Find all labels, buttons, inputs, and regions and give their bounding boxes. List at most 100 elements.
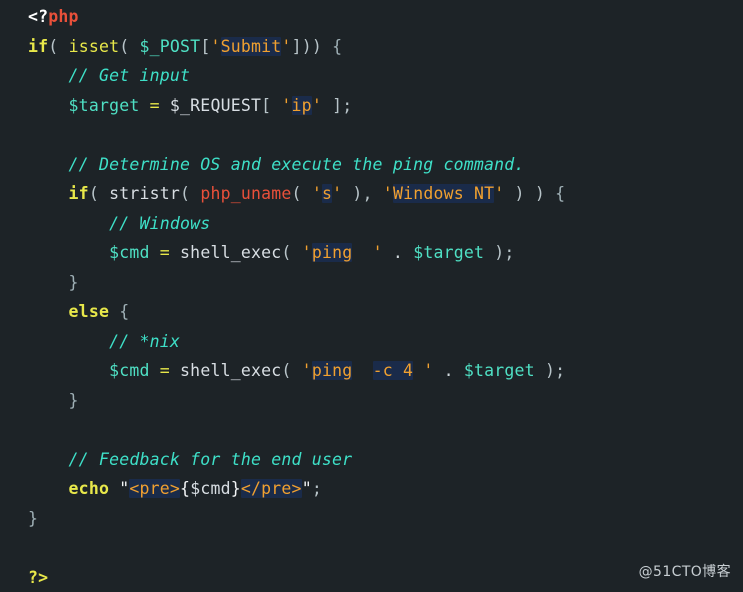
operator-assign: = <box>160 361 170 380</box>
function-isset: isset <box>69 37 120 56</box>
paren: ( <box>292 184 312 203</box>
php-open-tag: <? <box>28 7 48 26</box>
quote: ' <box>302 243 312 262</box>
space <box>109 479 119 498</box>
quote: ' <box>210 37 220 56</box>
quote-double: " <box>119 479 129 498</box>
brace-close: } <box>69 391 79 410</box>
concat-operator: . <box>433 361 463 380</box>
brace-interp-close: } <box>231 479 241 498</box>
keyword-if: if <box>69 184 89 203</box>
brace-open: { <box>332 37 342 56</box>
code-line-6: // Determine OS and execute the ping com… <box>0 150 743 180</box>
brace-interp-open: { <box>180 479 190 498</box>
string-spaces <box>352 243 372 262</box>
quote: ' <box>302 361 312 380</box>
paren: ( <box>281 243 301 262</box>
string-windows-nt: Windows NT <box>393 184 494 203</box>
string-ping: ping <box>312 361 353 380</box>
code-line-11: else { <box>0 297 743 327</box>
string-count-flag: -c 4 <box>373 361 414 380</box>
space <box>170 361 180 380</box>
operator-assign: = <box>160 243 170 262</box>
variable-cmd: $cmd <box>109 361 150 380</box>
code-line-7: if( stristr( php_uname( 's' ), 'Windows … <box>0 179 743 209</box>
string-pre-close: </pre> <box>241 479 302 498</box>
string-space <box>413 361 423 380</box>
string-s: s <box>322 184 332 203</box>
watermark: @51CTO博客 <box>639 561 731 581</box>
php-keyword: php <box>48 7 78 26</box>
concat-operator: . <box>383 243 413 262</box>
keyword-echo: echo <box>69 479 110 498</box>
brace-close: } <box>69 273 79 292</box>
variable-target: $target <box>69 96 140 115</box>
operator-assign: = <box>150 96 160 115</box>
paren: ( <box>281 361 301 380</box>
code-line-9: $cmd = shell_exec( 'ping ' . $target ); <box>0 238 743 268</box>
quote: ' <box>373 243 383 262</box>
paren: ( <box>48 37 68 56</box>
bracket: [ <box>261 96 281 115</box>
code-line-5-blank <box>0 120 743 150</box>
code-line-10: } <box>0 268 743 298</box>
paren: ( <box>119 37 139 56</box>
string-submit: Submit <box>221 37 282 56</box>
code-line-18: } <box>0 504 743 534</box>
code-line-1: <?php <box>0 2 743 32</box>
paren: ); <box>484 243 514 262</box>
string-ping: ping <box>312 243 353 262</box>
space <box>139 96 149 115</box>
code-line-17: echo "<pre>{$cmd}</pre>"; <box>0 474 743 504</box>
function-stristr: stristr <box>109 184 180 203</box>
string-ip: ip <box>292 96 312 115</box>
brace-open: { <box>555 184 565 203</box>
code-line-2: if( isset( $_POST['Submit'])) { <box>0 32 743 62</box>
quote-double: " <box>302 479 312 498</box>
variable-cmd: $cmd <box>190 479 231 498</box>
comment-windows: // Windows <box>109 214 210 233</box>
php-close-tag: ?> <box>28 568 48 587</box>
brace-close: } <box>28 509 38 528</box>
space <box>160 96 170 115</box>
quote: ' <box>281 37 291 56</box>
quote: ' <box>383 184 393 203</box>
bracket: ])) <box>292 37 333 56</box>
semicolon: ; <box>312 479 322 498</box>
variable-target: $target <box>464 361 535 380</box>
string-pre-open: <pre> <box>129 479 180 498</box>
brace-open: { <box>119 302 129 321</box>
paren: ( <box>180 184 200 203</box>
comment-feedback: // Feedback for the end user <box>69 450 353 469</box>
code-line-19-blank <box>0 533 743 563</box>
code-line-3: // Get input <box>0 61 743 91</box>
variable-request: $_REQUEST <box>170 96 261 115</box>
string-spaces <box>352 361 372 380</box>
comment-determine-os: // Determine OS and execute the ping com… <box>69 155 525 174</box>
quote: ' <box>332 184 342 203</box>
space <box>150 361 160 380</box>
quote: ' <box>494 184 504 203</box>
function-php-uname: php_uname <box>200 184 291 203</box>
quote: ' <box>281 96 291 115</box>
quote: ' <box>312 184 322 203</box>
variable-post: $_POST <box>140 37 201 56</box>
code-line-8: // Windows <box>0 209 743 239</box>
space <box>170 243 180 262</box>
code-line-13: $cmd = shell_exec( 'ping -c 4 ' . $targe… <box>0 356 743 386</box>
bracket: ]; <box>322 96 352 115</box>
keyword-if: if <box>28 37 48 56</box>
paren: ); <box>535 361 565 380</box>
variable-target: $target <box>413 243 484 262</box>
space <box>109 302 119 321</box>
comment-nix: // *nix <box>109 332 180 351</box>
quote: ' <box>423 361 433 380</box>
keyword-else: else <box>69 302 110 321</box>
code-line-15-blank <box>0 415 743 445</box>
comment-get-input: // Get input <box>69 66 191 85</box>
code-line-14: } <box>0 386 743 416</box>
space <box>150 243 160 262</box>
function-shell-exec: shell_exec <box>180 243 281 262</box>
paren: ( <box>89 184 109 203</box>
code-line-4: $target = $_REQUEST[ 'ip' ]; <box>0 91 743 121</box>
